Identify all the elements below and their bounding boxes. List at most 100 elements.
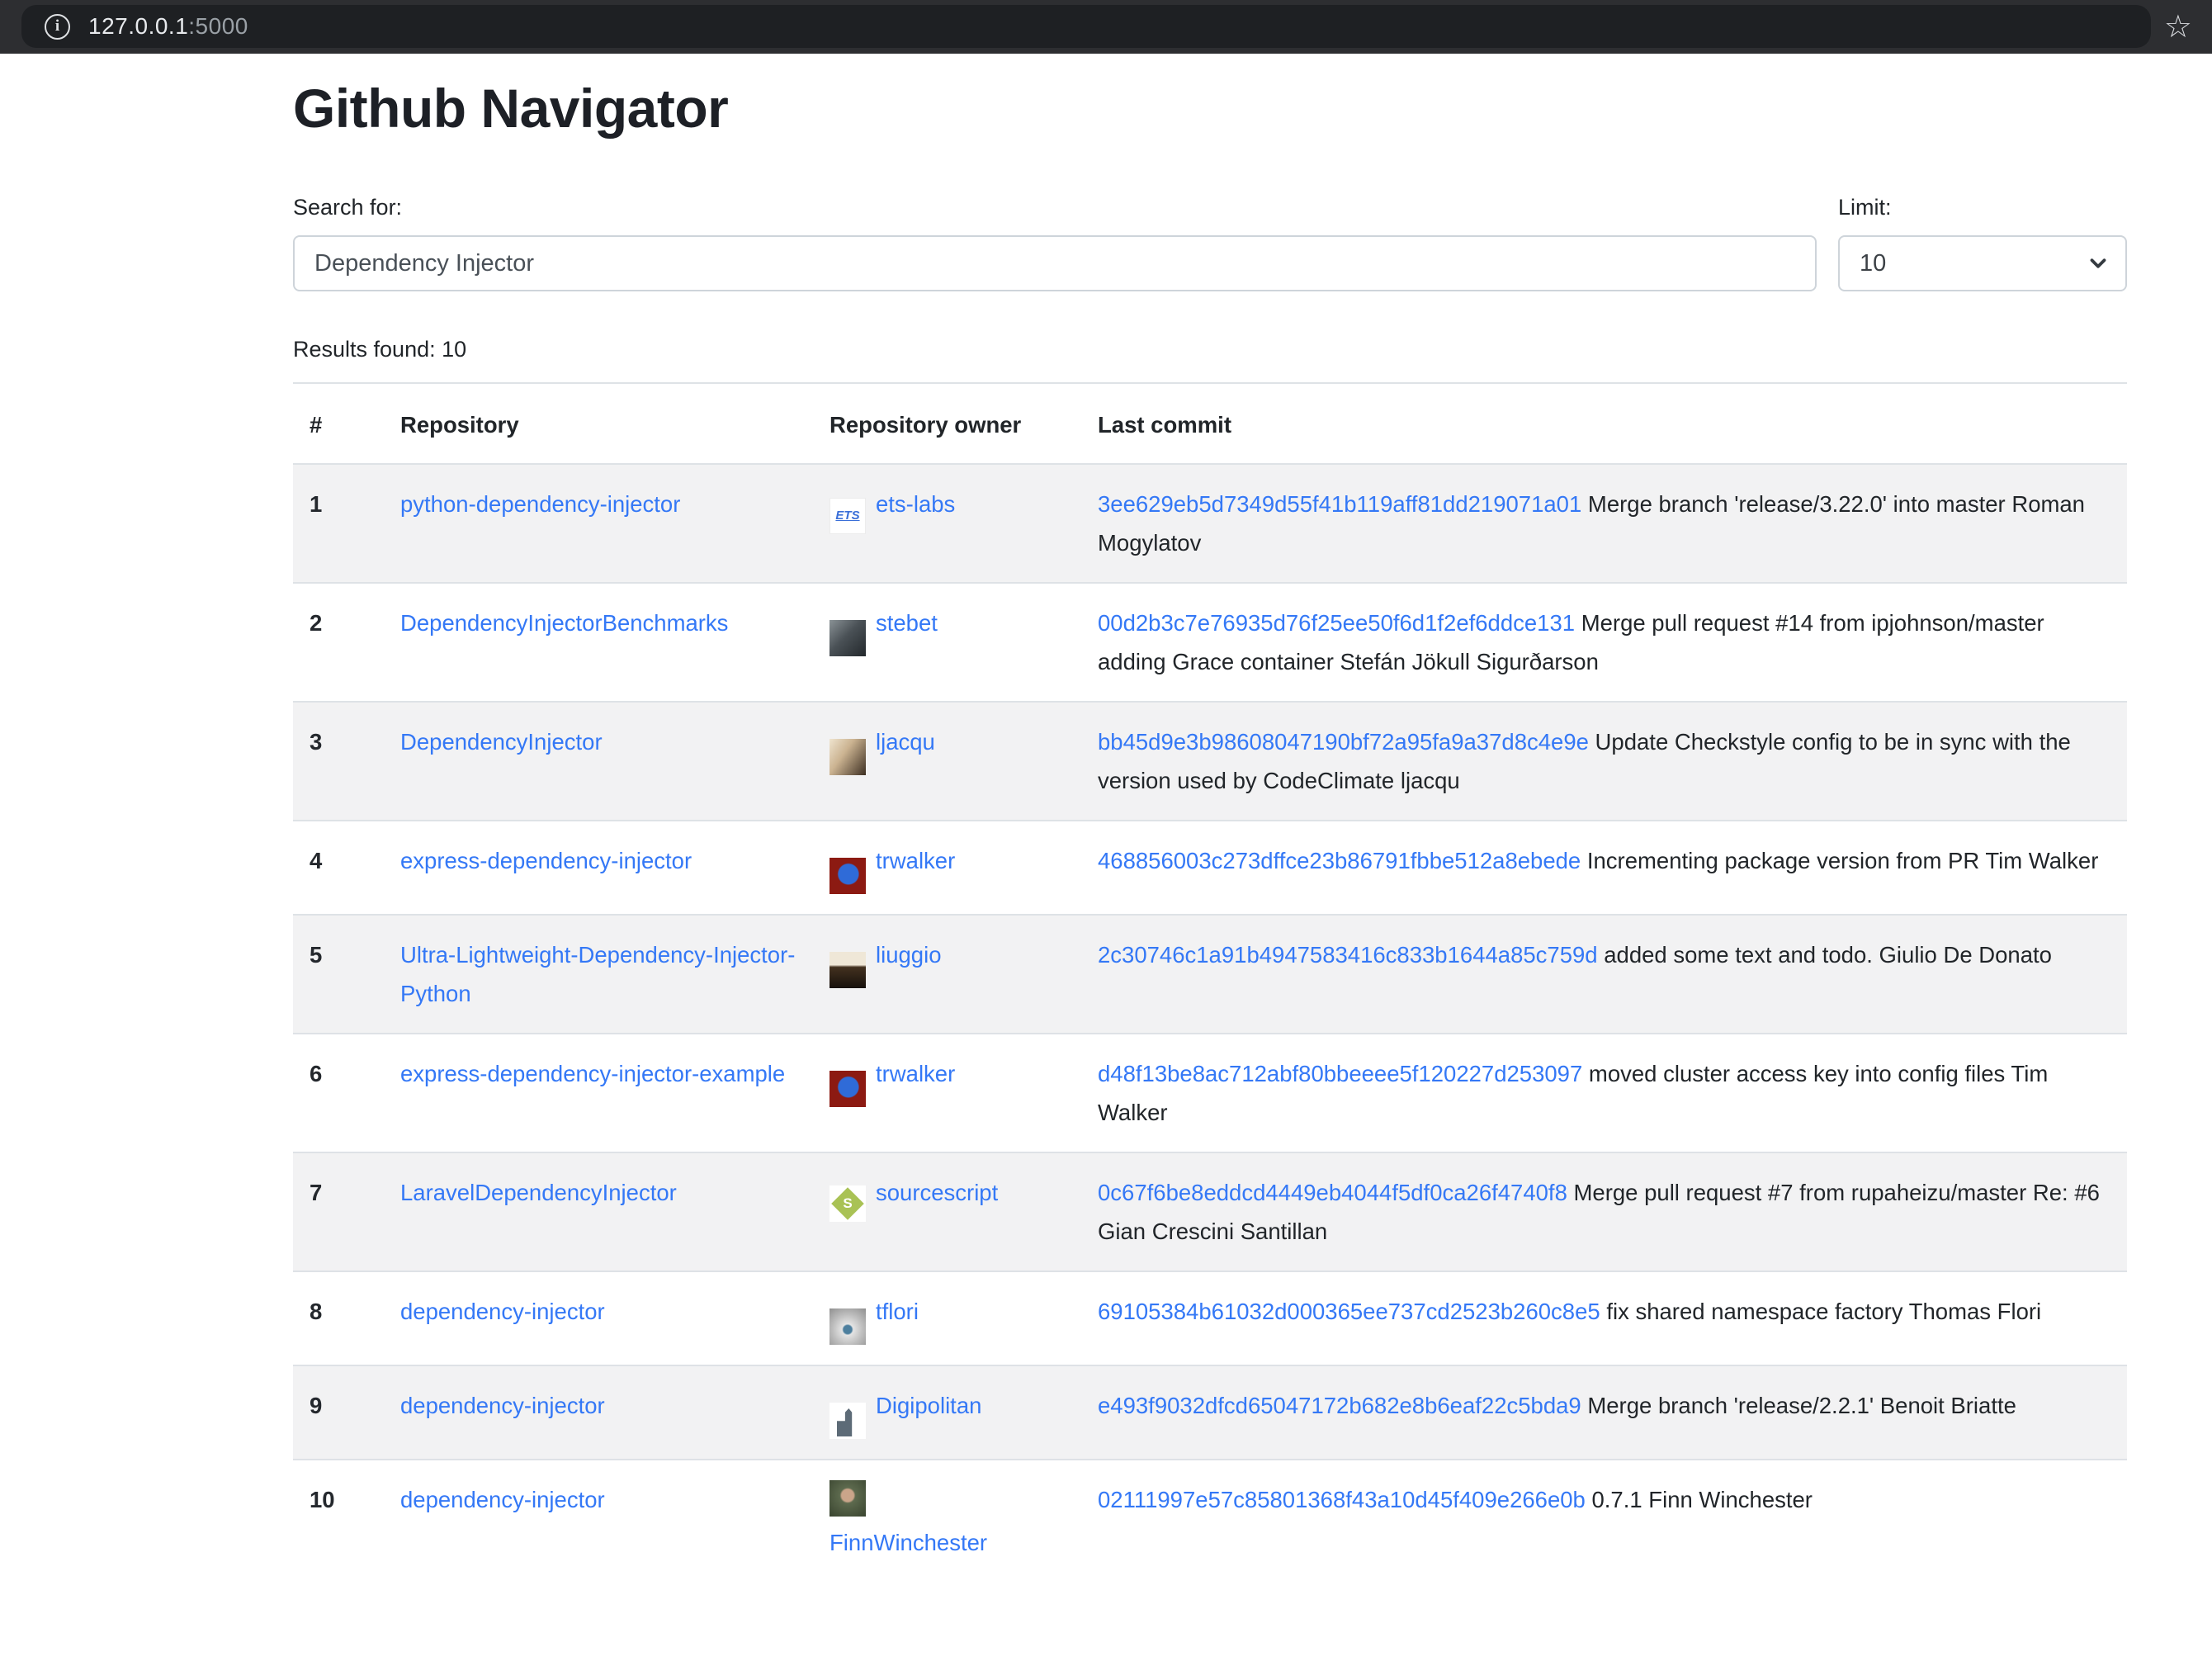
row-index: 5	[293, 915, 384, 1034]
table-row: 10 dependency-injector FinnWinchester 02…	[293, 1460, 2127, 1582]
owner-avatar	[830, 739, 866, 775]
page-content: Github Navigator Search for: Limit: 10 R…	[293, 77, 2127, 1582]
search-form: Search for: Limit: 10	[293, 191, 2127, 291]
commit-message: fix shared namespace factory Thomas Flor…	[1600, 1299, 2041, 1324]
owner-link[interactable]: trwalker	[876, 848, 955, 873]
limit-label: Limit:	[1838, 191, 2127, 224]
owner-link[interactable]: sourcescript	[876, 1180, 998, 1205]
commit-hash-link[interactable]: d48f13be8ac712abf80bbeeee5f120227d253097	[1098, 1061, 1582, 1086]
commit-hash-link[interactable]: e493f9032dfcd65047172b682e8b6eaf22c5bda9	[1098, 1393, 1581, 1418]
table-header-row: # Repository Repository owner Last commi…	[293, 383, 2127, 464]
commit-cell: 00d2b3c7e76935d76f25ee50f6d1f2ef6ddce131…	[1081, 583, 2127, 702]
commit-hash-link[interactable]: 2c30746c1a91b4947583416c833b1644a85c759d	[1098, 942, 1598, 968]
repository-link[interactable]: express-dependency-injector-example	[400, 1061, 785, 1086]
header-repository-owner: Repository owner	[813, 383, 1081, 464]
row-index: 7	[293, 1152, 384, 1271]
commit-cell: bb45d9e3b98608047190bf72a95fa9a37d8c4e9e…	[1081, 702, 2127, 821]
owner-link[interactable]: liuggio	[876, 942, 942, 968]
owner-link[interactable]: FinnWinchester	[830, 1530, 987, 1555]
repository-link[interactable]: dependency-injector	[400, 1487, 605, 1512]
repository-link[interactable]: DependencyInjectorBenchmarks	[400, 610, 728, 636]
commit-cell: 0c67f6be8eddcd4449eb4044f5df0ca26f4740f8…	[1081, 1152, 2127, 1271]
repository-link[interactable]: express-dependency-injector	[400, 848, 692, 873]
owner-avatar	[830, 1071, 866, 1107]
page-title: Github Navigator	[293, 77, 2127, 140]
commit-cell: 2c30746c1a91b4947583416c833b1644a85c759d…	[1081, 915, 2127, 1034]
owner-link[interactable]: ljacqu	[876, 729, 935, 755]
commit-message: Incrementing package version from PR Tim…	[1581, 848, 2098, 873]
table-row: 6 express-dependency-injector-example tr…	[293, 1034, 2127, 1152]
table-row: 9 dependency-injector Digipolitan e493f9…	[293, 1365, 2127, 1460]
row-index: 3	[293, 702, 384, 821]
repository-link[interactable]: python-dependency-injector	[400, 491, 680, 517]
owner-cell: ljacqu	[813, 702, 1081, 821]
commit-hash-link[interactable]: 0c67f6be8eddcd4449eb4044f5df0ca26f4740f8	[1098, 1180, 1567, 1205]
commit-cell: d48f13be8ac712abf80bbeeee5f120227d253097…	[1081, 1034, 2127, 1152]
results-count: Results found: 10	[293, 333, 2127, 366]
row-index: 4	[293, 821, 384, 915]
owner-cell: liuggio	[813, 915, 1081, 1034]
owner-avatar	[830, 1480, 866, 1517]
owner-avatar	[830, 952, 866, 988]
owner-cell: FinnWinchester	[813, 1460, 1081, 1582]
row-index: 9	[293, 1365, 384, 1460]
url-text[interactable]: 127.0.0.1:5000	[88, 13, 248, 40]
repository-link[interactable]: dependency-injector	[400, 1299, 605, 1324]
owner-cell: trwalker	[813, 1034, 1081, 1152]
owner-cell: tflori	[813, 1271, 1081, 1365]
owner-link[interactable]: stebet	[876, 610, 938, 636]
url-port: :5000	[188, 13, 248, 39]
commit-message: added some text and todo. Giulio De Dona…	[1598, 942, 2052, 968]
row-index: 6	[293, 1034, 384, 1152]
limit-select[interactable]: 10	[1838, 235, 2127, 291]
table-row: 5 Ultra-Lightweight-Dependency-Injector-…	[293, 915, 2127, 1034]
commit-hash-link[interactable]: 00d2b3c7e76935d76f25ee50f6d1f2ef6ddce131	[1098, 610, 1575, 636]
commit-cell: 468856003c273dffce23b86791fbbe512a8ebede…	[1081, 821, 2127, 915]
table-row: 8 dependency-injector tflori 69105384b61…	[293, 1271, 2127, 1365]
owner-avatar: ETS	[830, 498, 866, 534]
row-index: 10	[293, 1460, 384, 1582]
table-row: 2 DependencyInjectorBenchmarks stebet 00…	[293, 583, 2127, 702]
row-index: 1	[293, 464, 384, 583]
table-row: 4 express-dependency-injector trwalker 4…	[293, 821, 2127, 915]
commit-message: 0.7.1 Finn Winchester	[1586, 1487, 1813, 1512]
commit-cell: 69105384b61032d000365ee737cd2523b260c8e5…	[1081, 1271, 2127, 1365]
owner-link[interactable]: Digipolitan	[876, 1393, 981, 1418]
header-repository: Repository	[384, 383, 813, 464]
star-icon[interactable]: ☆	[2164, 12, 2192, 43]
repository-link[interactable]: Ultra-Lightweight-Dependency-Injector-Py…	[400, 942, 795, 1006]
table-row: 1 python-dependency-injector ETS ets-labs…	[293, 464, 2127, 583]
owner-link[interactable]: ets-labs	[876, 491, 955, 517]
commit-hash-link[interactable]: 3ee629eb5d7349d55f41b119aff81dd219071a01	[1098, 491, 1581, 517]
url-bar[interactable]: i 127.0.0.1:5000	[21, 5, 2151, 48]
header-last-commit: Last commit	[1081, 383, 2127, 464]
url-host: 127.0.0.1	[88, 13, 188, 39]
search-input[interactable]	[293, 235, 1817, 291]
browser-toolbar: i 127.0.0.1:5000 ☆	[0, 0, 2212, 54]
table-row: 3 DependencyInjector ljacqu bb45d9e3b986…	[293, 702, 2127, 821]
commit-hash-link[interactable]: 468856003c273dffce23b86791fbbe512a8ebede	[1098, 848, 1581, 873]
commit-hash-link[interactable]: 69105384b61032d000365ee737cd2523b260c8e5	[1098, 1299, 1600, 1324]
owner-cell: ETS ets-labs	[813, 464, 1081, 583]
owner-link[interactable]: trwalker	[876, 1061, 955, 1086]
owner-avatar	[830, 858, 866, 894]
info-icon[interactable]: i	[45, 14, 70, 40]
owner-avatar: S	[830, 1185, 866, 1222]
search-label: Search for:	[293, 191, 1817, 224]
commit-message: Merge branch 'release/2.2.1' Benoit Bria…	[1581, 1393, 2016, 1418]
row-index: 8	[293, 1271, 384, 1365]
owner-avatar	[830, 1403, 866, 1439]
owner-cell: Digipolitan	[813, 1365, 1081, 1460]
table-row: 7 LaravelDependencyInjector Ssourcescrip…	[293, 1152, 2127, 1271]
repository-link[interactable]: dependency-injector	[400, 1393, 605, 1418]
commit-cell: 3ee629eb5d7349d55f41b119aff81dd219071a01…	[1081, 464, 2127, 583]
owner-link[interactable]: tflori	[876, 1299, 919, 1324]
commit-hash-link[interactable]: bb45d9e3b98608047190bf72a95fa9a37d8c4e9e	[1098, 729, 1589, 755]
owner-avatar	[830, 1308, 866, 1345]
repository-link[interactable]: DependencyInjector	[400, 729, 603, 755]
owner-cell: trwalker	[813, 821, 1081, 915]
owner-cell: stebet	[813, 583, 1081, 702]
row-index: 2	[293, 583, 384, 702]
commit-hash-link[interactable]: 02111997e57c85801368f43a10d45f409e266e0b	[1098, 1487, 1586, 1512]
repository-link[interactable]: LaravelDependencyInjector	[400, 1180, 677, 1205]
